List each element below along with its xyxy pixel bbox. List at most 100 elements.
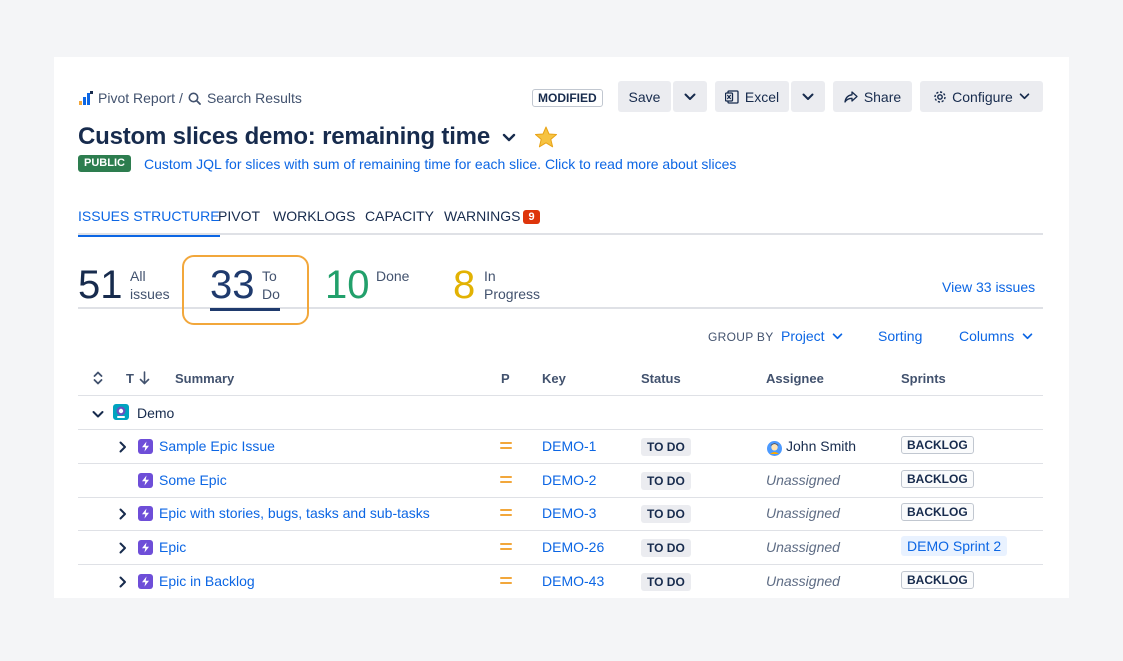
column-header-type[interactable]: T bbox=[126, 371, 134, 386]
expand-chevron-icon[interactable] bbox=[118, 507, 128, 520]
priority-medium-icon bbox=[500, 507, 512, 517]
issue-key-link[interactable]: DEMO-3 bbox=[542, 505, 596, 521]
issue-key-link[interactable]: DEMO-26 bbox=[542, 539, 604, 555]
column-header-sprints[interactable]: Sprints bbox=[901, 371, 946, 386]
group-by-value: Project bbox=[781, 328, 825, 344]
stat-inprogress-label-line2: Progress bbox=[484, 286, 541, 302]
stat-todo-selected-indicator bbox=[210, 308, 280, 311]
chevron-down-icon bbox=[1022, 332, 1033, 340]
chevron-down-icon bbox=[832, 332, 843, 340]
row-divider bbox=[78, 395, 1043, 396]
breadcrumb-pivot-report[interactable]: Pivot Report bbox=[78, 90, 175, 106]
expand-chevron-icon[interactable] bbox=[118, 541, 128, 554]
column-header-assignee[interactable]: Assignee bbox=[766, 371, 824, 386]
breadcrumb-separator: / bbox=[179, 90, 183, 106]
assignee-name: John Smith bbox=[786, 438, 857, 454]
pivot-report-icon bbox=[78, 90, 94, 106]
status-lozenge: TO DO bbox=[641, 539, 691, 557]
stat-all-issues[interactable]: 51 All issues bbox=[78, 263, 178, 307]
view-issues-link[interactable]: View 33 issues bbox=[942, 279, 1035, 295]
share-label: Share bbox=[863, 88, 902, 105]
issue-key-link[interactable]: DEMO-2 bbox=[542, 472, 596, 488]
sprint-tag-active[interactable]: DEMO Sprint 2 bbox=[901, 536, 1008, 556]
stat-done[interactable]: 10 Done bbox=[325, 263, 425, 307]
configure-button[interactable]: Configure bbox=[920, 81, 1043, 112]
epic-icon bbox=[138, 439, 153, 454]
row-divider bbox=[78, 564, 1043, 565]
group-collapse-chevron-icon[interactable] bbox=[92, 406, 104, 424]
assignee-unassigned: Unassigned bbox=[766, 472, 840, 488]
sprint-tag: BACKLOG bbox=[901, 571, 974, 589]
gear-icon bbox=[933, 90, 947, 104]
report-title-row: Custom slices demo: remaining time bbox=[78, 121, 558, 153]
sprint-tag: BACKLOG bbox=[901, 470, 974, 488]
tab-capacity[interactable]: CAPACITY bbox=[365, 208, 434, 235]
columns-label: Columns bbox=[959, 328, 1015, 344]
share-button[interactable]: Share bbox=[833, 81, 912, 112]
issue-summary-link[interactable]: Epic in Backlog bbox=[159, 573, 255, 589]
excel-button[interactable]: Excel bbox=[715, 81, 789, 112]
issue-summary-link[interactable]: Some Epic bbox=[159, 472, 227, 488]
breadcrumb-pivot-label: Pivot Report bbox=[98, 90, 176, 106]
status-lozenge: TO DO bbox=[641, 505, 691, 523]
epic-icon bbox=[138, 574, 153, 589]
column-header-summary[interactable]: Summary bbox=[175, 371, 234, 386]
stat-all-value: 51 bbox=[78, 263, 123, 307]
stat-todo-value: 33 bbox=[210, 263, 255, 307]
chevron-down-icon bbox=[1019, 93, 1030, 100]
row-divider bbox=[78, 463, 1043, 464]
assignee-unassigned: Unassigned bbox=[766, 573, 840, 589]
column-header-priority[interactable]: P bbox=[501, 371, 510, 386]
stat-todo-label-line2: Do bbox=[262, 286, 280, 302]
breadcrumb: Pivot Report / Search Results bbox=[78, 89, 302, 107]
report-description-link[interactable]: Custom JQL for slices with sum of remain… bbox=[144, 156, 736, 172]
assignee-unassigned: Unassigned bbox=[766, 505, 840, 521]
status-lozenge: TO DO bbox=[641, 472, 691, 490]
tab-worklogs[interactable]: WORKLOGS bbox=[273, 208, 355, 235]
assignee-unassigned: Unassigned bbox=[766, 539, 840, 555]
sort-descending-arrow-icon[interactable] bbox=[139, 371, 150, 390]
issue-key-link[interactable]: DEMO-43 bbox=[542, 573, 604, 589]
stat-inprogress-label-line1: In bbox=[484, 268, 496, 284]
breadcrumb-search-results[interactable]: Search Results bbox=[187, 90, 302, 106]
breadcrumb-search-label: Search Results bbox=[206, 90, 302, 106]
report-panel: Pivot Report / Search Results MODIFIED S… bbox=[54, 57, 1069, 598]
sprint-tag: BACKLOG bbox=[901, 503, 974, 521]
issue-summary-link[interactable]: Epic bbox=[159, 539, 186, 555]
stat-to-do[interactable]: 33 To Do bbox=[210, 263, 300, 307]
epic-icon bbox=[138, 540, 153, 555]
excel-options-button[interactable] bbox=[791, 81, 825, 112]
save-options-button[interactable] bbox=[673, 81, 707, 112]
issue-summary-link[interactable]: Epic with stories, bugs, tasks and sub-t… bbox=[159, 505, 430, 521]
group-by-dropdown[interactable]: Project bbox=[781, 328, 843, 344]
group-by-label: GROUP BY bbox=[708, 330, 774, 344]
issue-key-link[interactable]: DEMO-1 bbox=[542, 438, 596, 454]
sprint-tag: BACKLOG bbox=[901, 436, 974, 454]
tab-warnings-label: WARNINGS bbox=[444, 208, 521, 224]
chevron-down-icon bbox=[684, 93, 696, 101]
tab-pivot[interactable]: PIVOT bbox=[218, 208, 260, 235]
expand-chevron-icon[interactable] bbox=[118, 440, 128, 453]
stat-all-label-line1: All bbox=[130, 268, 146, 284]
priority-medium-icon bbox=[500, 440, 512, 450]
tab-warnings[interactable]: WARNINGS 9 bbox=[444, 208, 540, 235]
expand-chevron-icon[interactable] bbox=[118, 575, 128, 588]
issue-summary-link[interactable]: Sample Epic Issue bbox=[159, 438, 275, 454]
expand-collapse-all-icon[interactable] bbox=[93, 371, 103, 390]
column-header-key[interactable]: Key bbox=[542, 371, 566, 386]
share-icon bbox=[844, 90, 858, 103]
avatar bbox=[767, 441, 782, 461]
group-name: Demo bbox=[137, 405, 175, 421]
stat-in-progress[interactable]: 8 In Progress bbox=[453, 263, 563, 307]
modified-badge: MODIFIED bbox=[532, 89, 603, 107]
column-header-status[interactable]: Status bbox=[641, 371, 681, 386]
configure-label: Configure bbox=[952, 88, 1013, 105]
star-icon[interactable] bbox=[534, 126, 558, 148]
save-button[interactable]: Save bbox=[618, 81, 671, 112]
tab-issues-structure[interactable]: ISSUES STRUCTURE bbox=[78, 208, 220, 237]
columns-dropdown[interactable]: Columns bbox=[959, 328, 1033, 344]
row-divider bbox=[78, 429, 1043, 430]
title-dropdown-chevron-icon[interactable] bbox=[502, 133, 516, 142]
excel-icon bbox=[724, 89, 739, 104]
sorting-button[interactable]: Sorting bbox=[878, 328, 922, 344]
